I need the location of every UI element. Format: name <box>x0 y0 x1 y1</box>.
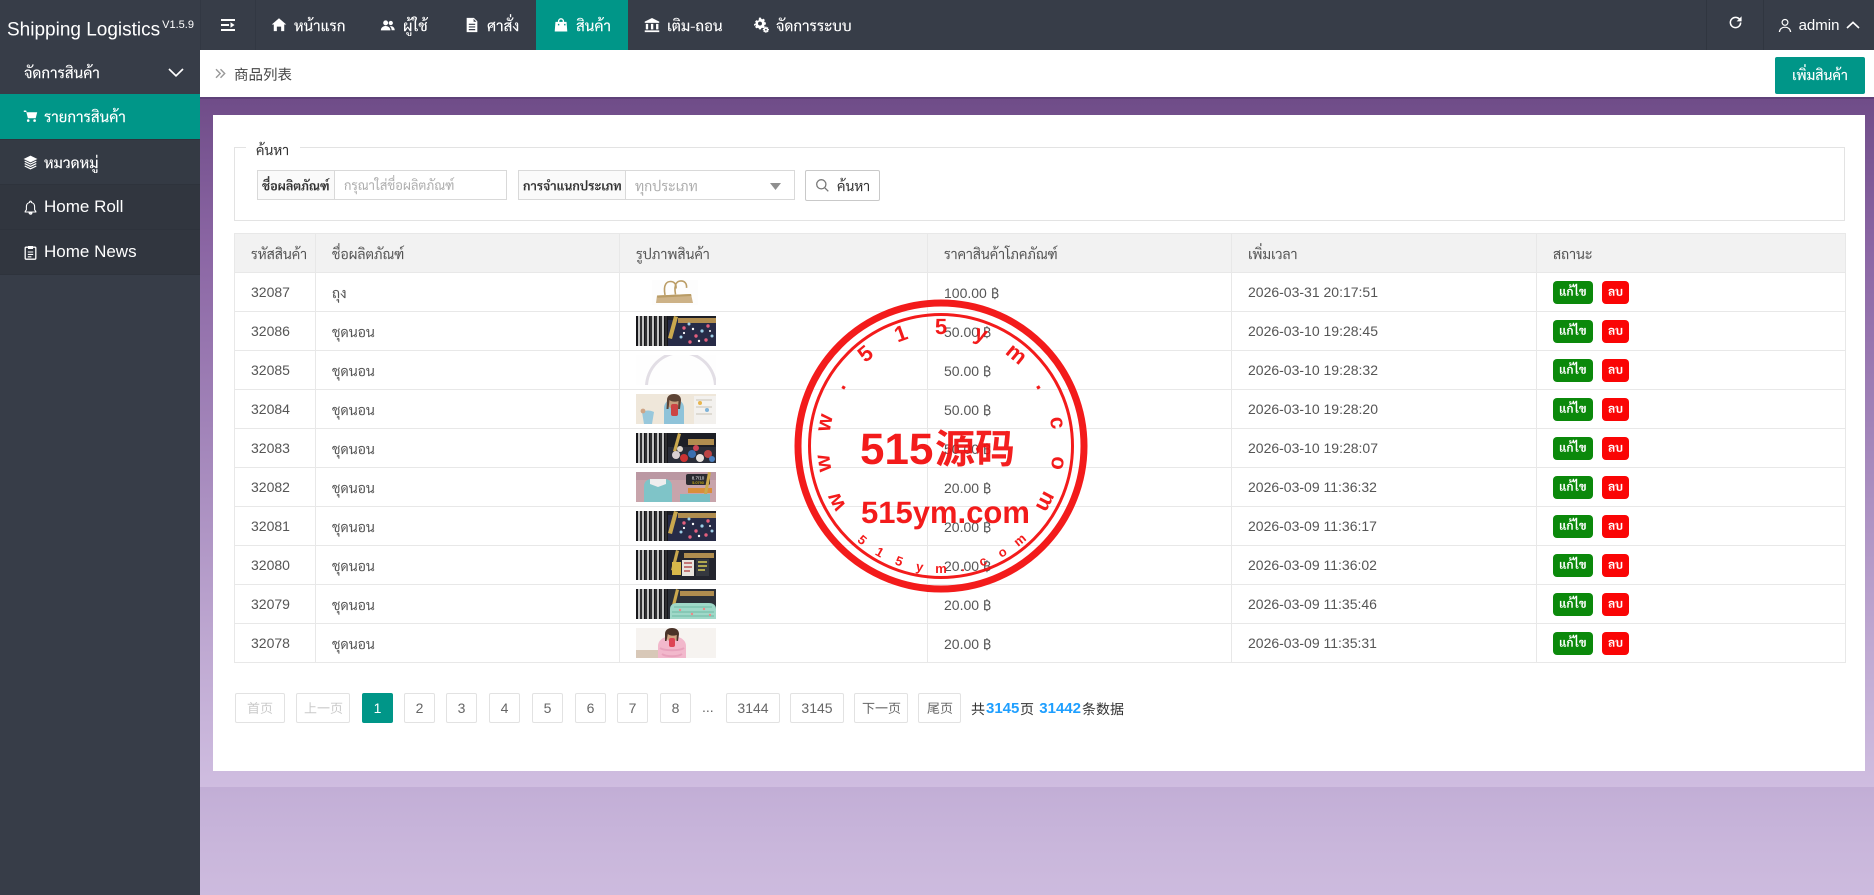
svg-text:5.0790: 5.0790 <box>692 481 704 485</box>
svg-text:8.7/10: 8.7/10 <box>692 476 705 481</box>
